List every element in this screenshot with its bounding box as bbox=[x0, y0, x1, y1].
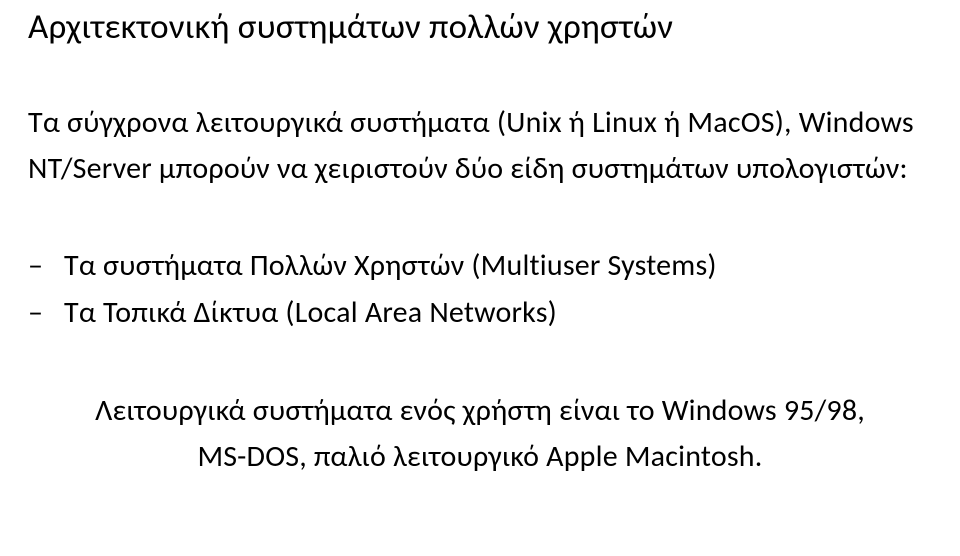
page-title: Αρχιτεκτονική συστημάτων πολλών χρηστών bbox=[28, 6, 932, 48]
footer-paragraph: Λειτουργικά συστήματα ενός χρήστη είναι … bbox=[28, 388, 932, 479]
list-item: Τα Τοπικά Δίκτυα (Local Area Networks) bbox=[28, 290, 932, 337]
system-types-list: Τα συστήματα Πολλών Χρηστών (Multiuser S… bbox=[28, 243, 932, 336]
list-item: Τα συστήματα Πολλών Χρηστών (Multiuser S… bbox=[28, 243, 932, 290]
intro-paragraph: Τα σύγχρονα λειτουργικά συστήματα (Unix … bbox=[28, 100, 932, 191]
